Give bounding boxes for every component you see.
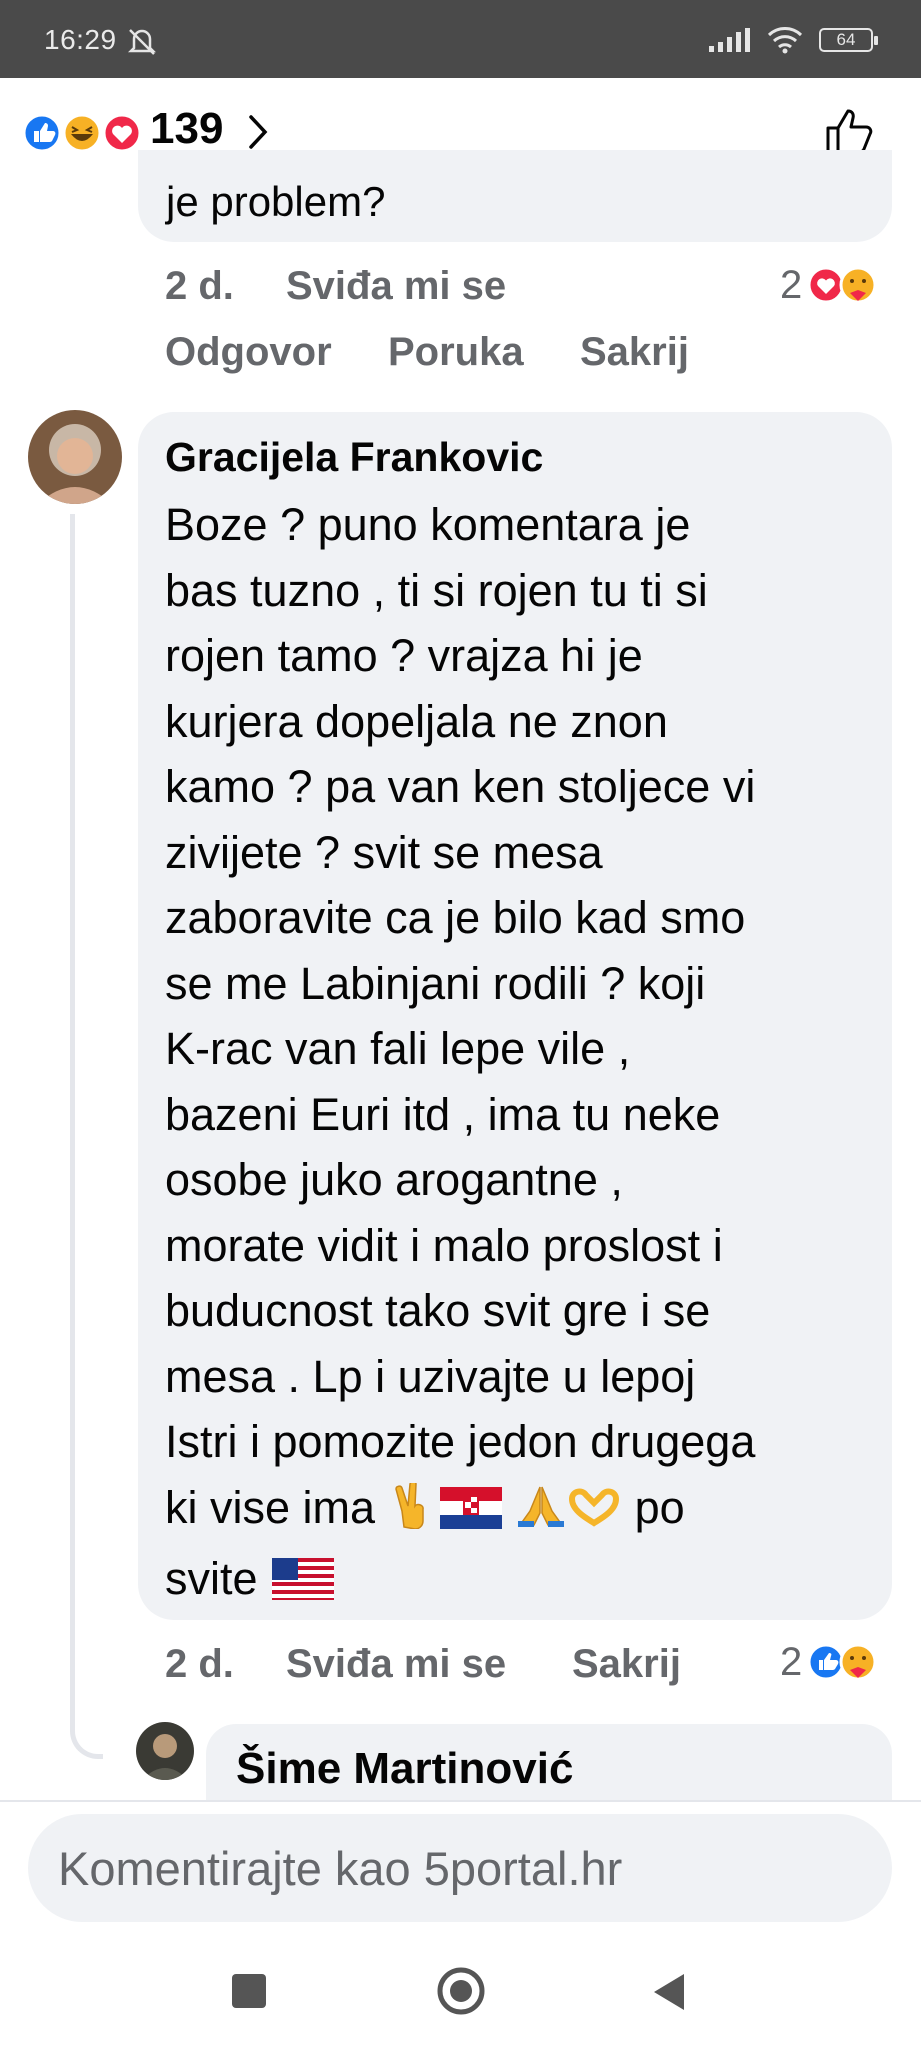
status-time: 16:29 [44, 24, 117, 55]
comment-reactions[interactable]: 2 [780, 1634, 878, 1690]
comment-input[interactable] [28, 1814, 892, 1922]
haha-reaction-icon [62, 113, 102, 153]
croatia-flag-icon [439, 1481, 502, 1547]
love-reaction-icon [808, 266, 845, 304]
like-button[interactable]: Sviđa mi se [286, 264, 506, 309]
like-reaction-icon [22, 113, 62, 153]
like-button[interactable]: Sviđa mi se [286, 1642, 506, 1687]
usa-flag-icon [272, 1552, 335, 1618]
comment-time[interactable]: 2 d. [165, 264, 234, 309]
signal-icon [709, 28, 750, 52]
recents-button[interactable] [232, 1974, 266, 2008]
reaction-count: 2 [780, 262, 803, 307]
wifi-icon [767, 27, 803, 54]
back-button[interactable] [650, 1972, 688, 2017]
comment-text: Boze ? puno komentara je bas tuzno , ti … [165, 492, 877, 1618]
heart-hands-icon [568, 1481, 620, 1547]
victory-hand-icon [390, 1480, 436, 1547]
comment-author[interactable]: Šime Martinović [236, 1744, 573, 1794]
care-reaction-icon [839, 1643, 877, 1681]
comment-text: je problem? [166, 178, 386, 225]
reply-button[interactable]: Odgovor [165, 330, 332, 375]
reaction-count: 2 [780, 1639, 803, 1684]
comment-reactions[interactable]: 2 [780, 258, 878, 312]
hide-button[interactable]: Sakrij [572, 1642, 681, 1687]
battery-icon: 64 [819, 28, 878, 52]
comment-time[interactable]: 2 d. [165, 1642, 234, 1687]
battery-level: 64 [836, 30, 856, 49]
care-reaction-icon [839, 266, 877, 304]
avatar[interactable] [136, 1722, 194, 1780]
hide-button[interactable]: Sakrij [580, 330, 689, 375]
status-icons: 64 [709, 24, 878, 56]
reaction-count[interactable]: 139 [150, 104, 223, 154]
comment-text-part: Boze ? puno komentara je bas tuzno , ti … [165, 499, 756, 1533]
message-button[interactable]: Poruka [388, 330, 524, 375]
comment-bubble: je problem? [138, 150, 892, 242]
love-reaction-icon [102, 113, 142, 153]
reaction-icons[interactable] [22, 112, 146, 154]
dnd-bell-icon [124, 26, 160, 61]
comment-author[interactable]: Gracijela Frankovic [165, 434, 543, 481]
home-button[interactable] [436, 1966, 486, 2021]
like-reaction-icon [808, 1643, 845, 1681]
thread-line [70, 514, 103, 1759]
avatar[interactable] [28, 410, 122, 504]
folded-hands-icon [518, 1481, 565, 1547]
